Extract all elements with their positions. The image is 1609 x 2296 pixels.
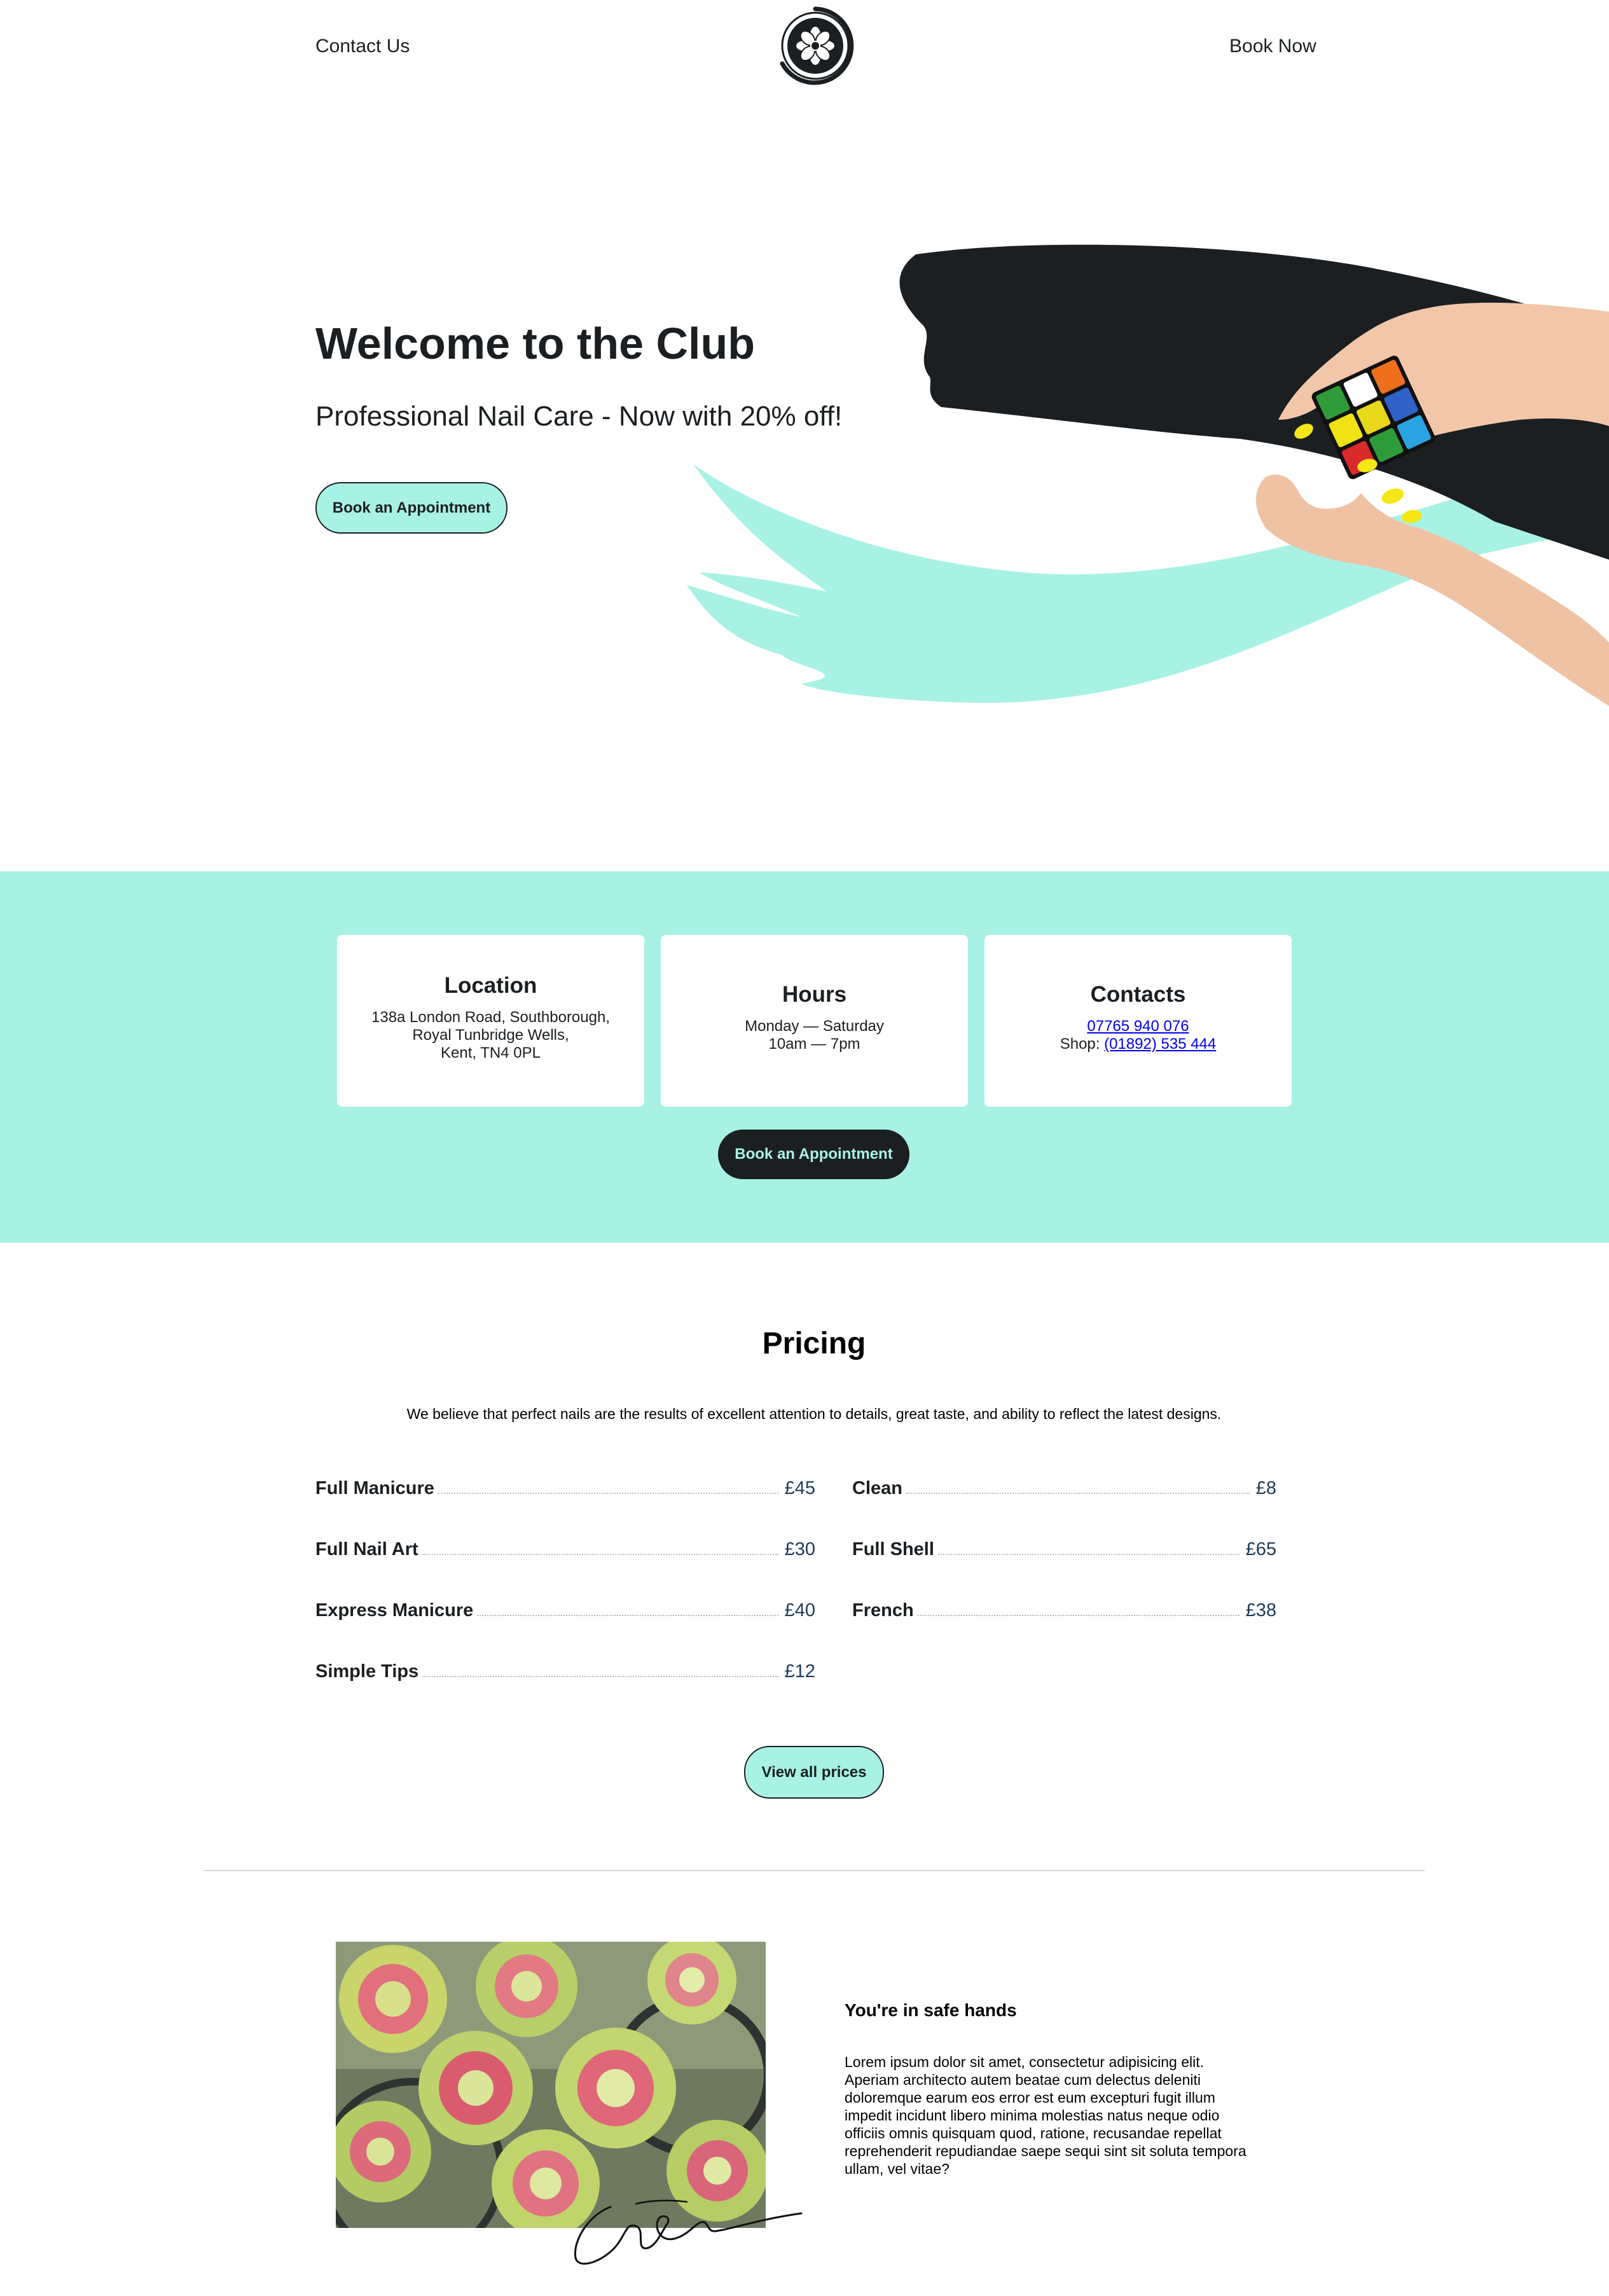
band-book-appointment-button[interactable]: Book an Appointment	[718, 1130, 909, 1179]
price-item-value: £40	[784, 1600, 815, 1621]
shop-phone-link[interactable]: (01892) 535 444	[1104, 1035, 1216, 1053]
location-line-1: 138a London Road, Southborough,	[371, 1009, 610, 1026]
site-header: Contact Us Book Now	[0, 0, 1609, 95]
location-card: Location 138a London Road, Southborough,…	[337, 935, 644, 1107]
shop-label: Shop:	[1060, 1035, 1105, 1053]
price-item: Simple Tips £12	[315, 1657, 815, 1682]
price-item: Express Manicure £40	[315, 1596, 815, 1621]
price-item: Full Nail Art £30	[315, 1535, 815, 1560]
hours-title: Hours	[782, 982, 847, 1007]
price-leader-dots	[937, 1554, 1240, 1555]
price-item-value: £8	[1255, 1478, 1276, 1498]
contacts-card: Contacts 07765 940 076 Shop: (01892) 535…	[984, 935, 1292, 1107]
hours-card: Hours Monday — Saturday 10am — 7pm	[661, 935, 968, 1107]
price-leader-dots	[477, 1615, 778, 1616]
info-band: Location 138a London Road, Southborough,…	[0, 871, 1609, 1243]
location-title: Location	[444, 973, 537, 998]
pricing-title: Pricing	[762, 1327, 866, 1360]
price-item-value: £38	[1245, 1600, 1276, 1621]
hours-days: Monday — Saturday	[745, 1018, 884, 1035]
price-leader-dots	[906, 1493, 1250, 1494]
contacts-title: Contacts	[1090, 982, 1186, 1007]
price-leader-dots	[917, 1615, 1240, 1616]
price-item-value: £30	[784, 1539, 815, 1559]
location-line-2: Royal Tunbridge Wells,	[412, 1027, 569, 1044]
price-item: Clean £8	[852, 1474, 1276, 1499]
price-item-name: Express Manicure	[315, 1600, 474, 1621]
price-item-name: Simple Tips	[315, 1661, 419, 1682]
price-item-name: Full Shell	[852, 1539, 934, 1559]
location-line-3: Kent, TN4 0PL	[441, 1044, 541, 1062]
price-item-name: Full Nail Art	[315, 1539, 418, 1559]
price-item: French £38	[852, 1596, 1276, 1621]
price-item-name: Clean	[852, 1478, 902, 1498]
price-item-value: £12	[784, 1661, 815, 1682]
price-item: Full Manicure £45	[315, 1474, 815, 1499]
hours-times: 10am — 7pm	[768, 1035, 860, 1053]
price-item: Full Shell £65	[852, 1535, 1276, 1560]
price-leader-dots	[422, 1554, 778, 1555]
book-now-link[interactable]: Book Now	[1229, 36, 1316, 57]
safe-hands-title: You're in safe hands	[845, 2000, 1017, 2020]
price-item-value: £45	[784, 1478, 815, 1498]
price-item-name: French	[852, 1600, 914, 1621]
mobile-phone-link[interactable]: 07765 940 076	[1087, 1018, 1189, 1035]
section-divider	[204, 1870, 1425, 1871]
hero-book-appointment-button[interactable]: Book an Appointment	[315, 482, 508, 534]
succulent-photo	[336, 1942, 766, 2228]
safe-hands-text: Lorem ipsum dolor sit amet, consectetur …	[845, 2054, 1246, 2177]
contact-us-link[interactable]: Contact Us	[315, 36, 410, 57]
pricing-description: We believe that perfect nails are the re…	[406, 1406, 1222, 1422]
price-item-value: £65	[1245, 1539, 1276, 1559]
hero-hands-cube-illustration	[687, 244, 1609, 706]
flower-logo-icon[interactable]	[776, 6, 855, 85]
view-all-prices-button[interactable]: View all prices	[744, 1746, 884, 1799]
signature-graphic	[574, 2199, 803, 2265]
price-item-name: Full Manicure	[315, 1478, 434, 1498]
price-leader-dots	[422, 1676, 778, 1677]
price-leader-dots	[438, 1493, 778, 1494]
